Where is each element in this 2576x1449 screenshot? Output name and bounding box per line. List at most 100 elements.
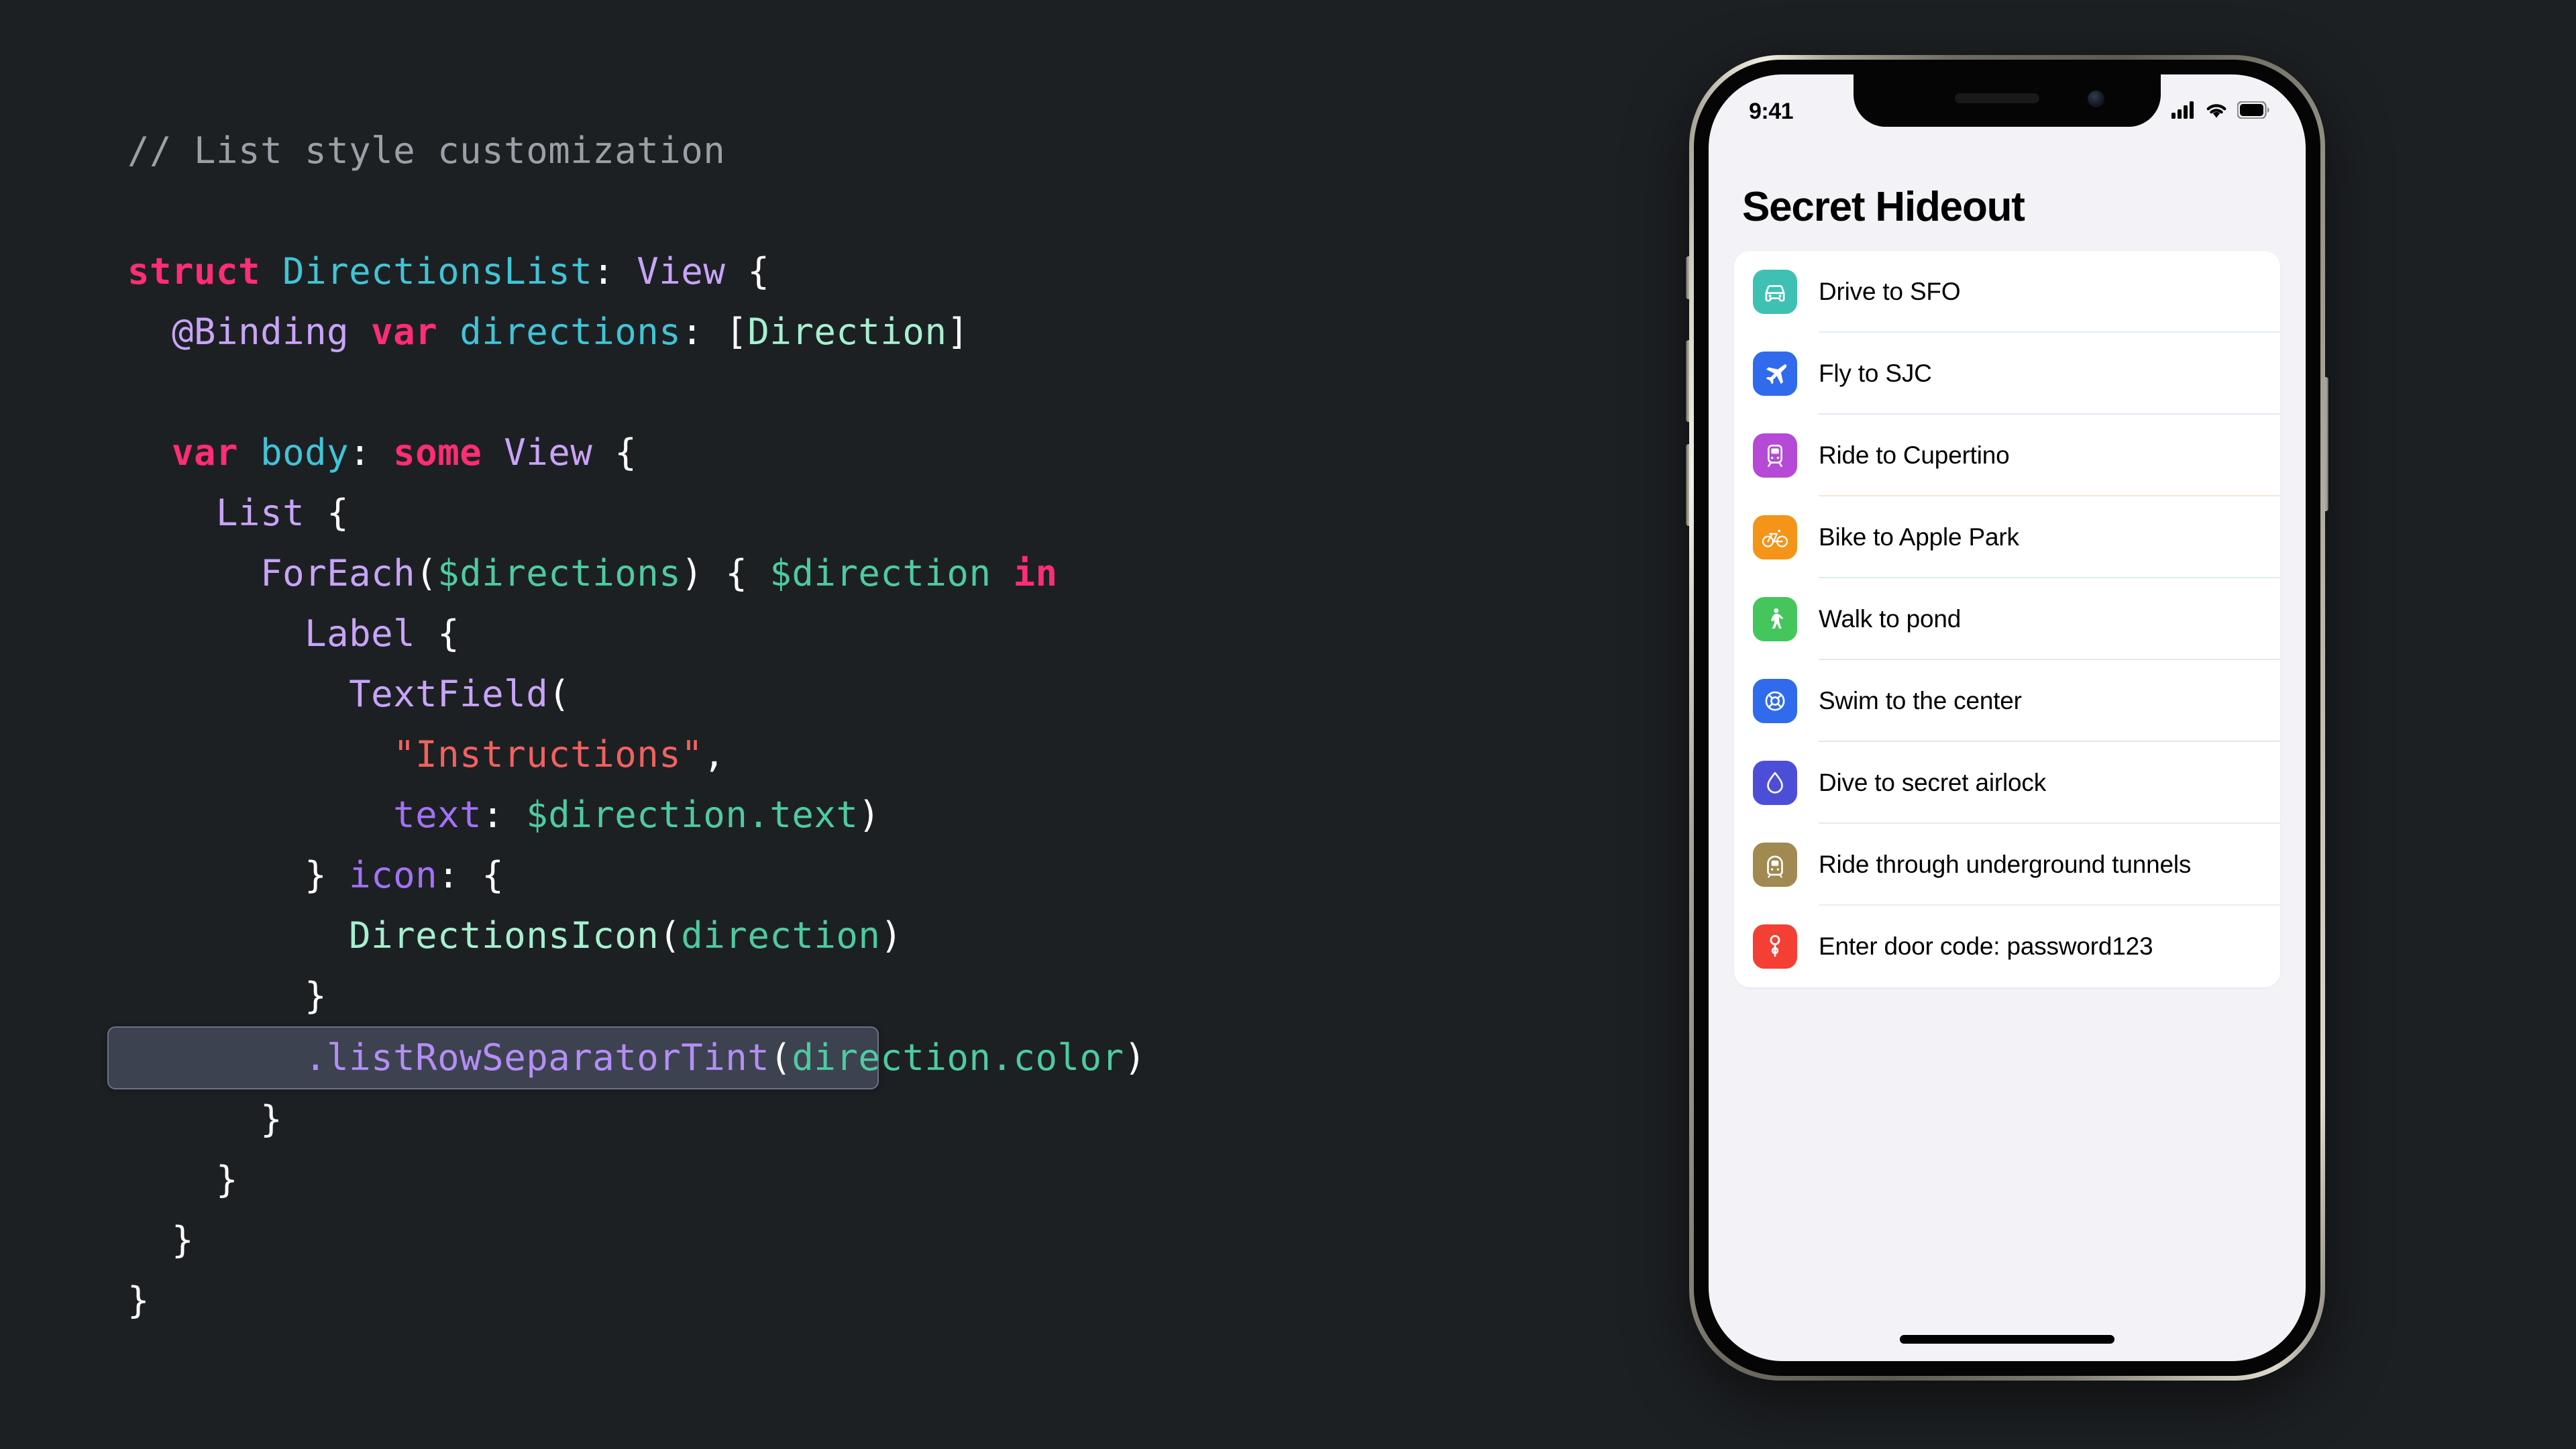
lifepreserver-icon [1753,679,1797,723]
code-line [127,181,1664,241]
list-item[interactable]: Drive to SFO [1734,251,2280,333]
code-line: } [127,1271,1664,1331]
bicycle-icon [1753,515,1797,559]
code-token: ( [415,552,438,594]
code-token: : [482,794,527,836]
code-token: ( [548,673,571,715]
code-token: { [725,250,770,292]
code-token: { [415,612,460,655]
code-token: icon [349,854,438,896]
battery-icon [2237,100,2269,122]
code-token: in [1013,552,1058,594]
code-token: $direction [769,552,991,594]
code-token: ) [1124,1036,1146,1079]
code-token: body [260,431,350,474]
list-item[interactable]: Dive to secret airlock [1734,742,2280,824]
code-line: } icon: { [127,845,1664,906]
list-item-label: Dive to secret airlock [1819,769,2046,796]
list-item[interactable]: Ride to Cupertino [1734,415,2280,496]
code-token: } [127,1279,150,1322]
walk-icon [1753,597,1797,641]
code-token: $direction.text [526,794,859,836]
code-token: $directions [437,552,682,594]
code-token: TextField [349,673,549,715]
directions-list: Drive to SFO Fly to SJC Ride to Cupertino B… [1734,251,2280,987]
iphone-mockup: 9:41 Secret Hideout Drive to SFO Fly to … [1686,55,2328,1381]
list-item-label: Walk to pond [1819,605,1962,633]
code-token: View [637,250,726,292]
code-token: directions [460,311,682,353]
code-token: some [393,431,482,474]
list-item-label: Bike to Apple Park [1819,523,2019,551]
code-token: ( [769,1036,792,1079]
code-token: } [260,1098,283,1140]
code-line: TextField( [127,664,1664,724]
code-line: // List style customization [127,121,1664,181]
phone-frame: 9:41 Secret Hideout Drive to SFO Fly to … [1689,55,2325,1381]
wifi-icon [2205,101,2228,122]
code-token: } [172,1219,195,1261]
code-token: struct [127,250,261,292]
page-title: Secret Hideout [1742,184,2025,230]
code-token: , [703,733,726,775]
phone-screen: 9:41 Secret Hideout Drive to SFO Fly to … [1709,74,2306,1361]
list-item-label: Enter door code: password123 [1819,932,2153,960]
code-line: ForEach($directions) { $direction in [127,543,1664,604]
code-token: "Instructions" [393,733,704,775]
code-token: direction [681,914,881,957]
subway-icon [1753,843,1797,887]
code-token: direction.color [792,1036,1124,1079]
code-token: : [ [681,311,748,353]
code-token: // List style customization [127,129,726,172]
list-item[interactable]: Bike to Apple Park [1734,496,2280,578]
list-item-label: Ride through underground tunnels [1819,851,2192,878]
list-item[interactable]: Fly to SJC [1734,333,2280,415]
code-token: : [349,431,394,474]
code-token: Direction [747,311,947,353]
code-line-highlighted: .listRowSeparatorTint(direction.color) [107,1026,1146,1089]
code-token: { [592,431,637,474]
list-item-label: Swim to the center [1819,687,2022,714]
code-line: } [127,1210,1664,1271]
code-token: ) [858,794,881,836]
list-item-label: Fly to SJC [1819,360,1932,387]
code-token: : { [437,854,504,896]
code-token: ) { [681,552,770,594]
code-token: .listRowSeparatorTint [305,1036,770,1079]
code-token: var [172,431,239,474]
key-icon [1753,924,1797,969]
code-token: Label [305,612,416,655]
tram-icon [1753,433,1797,478]
code-line: Label { [127,604,1664,664]
list-item[interactable]: Swim to the center [1734,660,2280,742]
status-icons [2171,100,2269,122]
home-indicator[interactable] [1900,1335,2114,1344]
list-item[interactable]: Walk to pond [1734,578,2280,660]
code-token: View [504,431,593,474]
status-bar: 9:41 [1709,74,2306,139]
car-icon [1753,270,1797,314]
list-item[interactable]: Enter door code: password123 [1734,906,2280,987]
list-item[interactable]: Ride through underground tunnels [1734,824,2280,906]
list-item-label: Drive to SFO [1819,278,1961,305]
code-line: } [127,1150,1664,1210]
phone-body: 9:41 Secret Hideout Drive to SFO Fly to … [1694,60,2320,1376]
